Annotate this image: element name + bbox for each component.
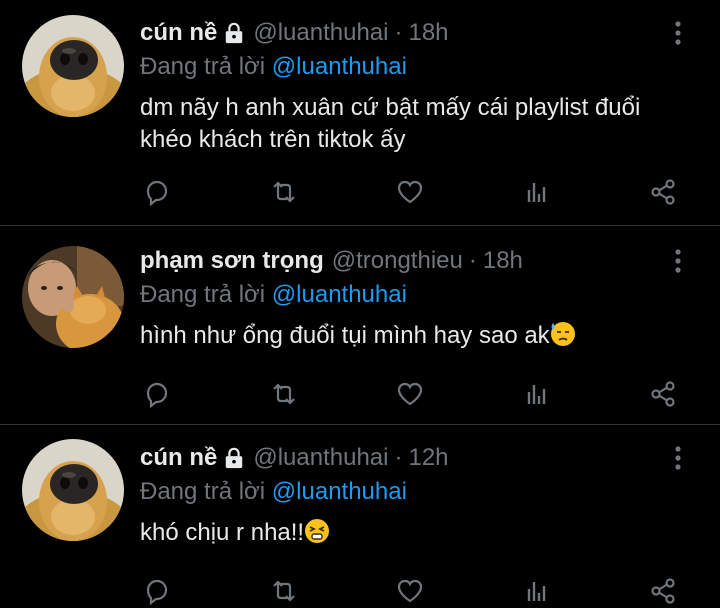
- share-icon: [651, 381, 675, 407]
- like-icon: [397, 579, 423, 603]
- share-button[interactable]: [646, 175, 680, 209]
- reply-mention[interactable]: @luanthuhai: [272, 53, 407, 80]
- display-name[interactable]: cún nề: [140, 444, 217, 472]
- share-button[interactable]: [646, 574, 680, 608]
- tweet[interactable]: phạm sơn trọng @trongthieu · 18h Đang tr…: [0, 226, 720, 424]
- replying-to: Đang trả lời @luanthuhai: [140, 477, 660, 507]
- retweet-icon: [272, 580, 295, 602]
- tweet-header: cún nề @luanthuhai · 12h: [140, 443, 660, 473]
- avatar[interactable]: [22, 15, 124, 117]
- reply-button[interactable]: [140, 175, 174, 209]
- tweet-text: khó chịu r nha!!: [140, 517, 660, 549]
- reply-icon: [146, 180, 168, 207]
- separator-dot: ·: [394, 444, 403, 471]
- tweet-content: cún nề @luanthuhai · 18h Đang trả lời @l…: [140, 18, 660, 156]
- analytics-icon: [527, 183, 545, 202]
- dog-avatar-image: [22, 15, 124, 117]
- timestamp[interactable]: 18h: [408, 19, 448, 47]
- reply-mention[interactable]: @luanthuhai: [272, 281, 407, 308]
- lock-icon: [226, 22, 243, 44]
- tweet-text: hình như ổng đuổi tụi mình hay sao ak: [140, 320, 660, 352]
- like-button[interactable]: [393, 175, 427, 209]
- analytics-icon: [527, 385, 545, 404]
- retweet-button[interactable]: [267, 175, 301, 209]
- timestamp[interactable]: 12h: [408, 444, 448, 472]
- like-icon: [397, 180, 423, 204]
- tweet-actions: [140, 172, 680, 212]
- like-icon: [397, 382, 423, 406]
- display-name[interactable]: cún nề: [140, 19, 217, 47]
- user-handle[interactable]: @luanthuhai: [253, 19, 388, 47]
- retweet-button[interactable]: [267, 574, 301, 608]
- tweet[interactable]: cún nề @luanthuhai · 12h Đang trả lời @l…: [0, 425, 720, 608]
- reply-icon: [146, 382, 168, 409]
- analytics-button[interactable]: [520, 574, 554, 608]
- reply-mention[interactable]: @luanthuhai: [272, 478, 407, 505]
- replying-to: Đang trả lời @luanthuhai: [140, 52, 660, 82]
- analytics-button[interactable]: [520, 377, 554, 411]
- analytics-icon: [527, 582, 545, 601]
- user-handle[interactable]: @trongthieu: [332, 247, 463, 275]
- tweet-content: phạm sơn trọng @trongthieu · 18h Đang tr…: [140, 246, 660, 352]
- reply-prefix: Đang trả lời: [140, 53, 266, 80]
- lock-icon: [226, 447, 243, 469]
- reply-prefix: Đang trả lời: [140, 478, 266, 505]
- tweet-header: phạm sơn trọng @trongthieu · 18h: [140, 246, 660, 276]
- separator-dot: ·: [394, 19, 403, 46]
- tweet-text-body: dm nãy h anh xuân cứ bật mấy cái playlis…: [140, 94, 641, 153]
- display-name[interactable]: phạm sơn trọng: [140, 247, 324, 275]
- replying-to: Đang trả lời @luanthuhai: [140, 280, 660, 310]
- reply-button[interactable]: [140, 377, 174, 411]
- reply-icon: [146, 579, 168, 606]
- share-button[interactable]: [646, 377, 680, 411]
- downcast-face-sweat-emoji: [550, 322, 575, 346]
- tweet-actions: [140, 374, 680, 414]
- retweet-button[interactable]: [267, 377, 301, 411]
- separator-dot: ·: [468, 247, 477, 274]
- like-button[interactable]: [393, 377, 427, 411]
- tweet-content: cún nề @luanthuhai · 12h Đang trả lời @l…: [140, 443, 660, 549]
- more-icon[interactable]: [666, 18, 690, 48]
- avatar[interactable]: [22, 246, 124, 348]
- dog-avatar-image: [22, 439, 124, 541]
- tweet-text-body: khó chịu r nha!!: [140, 519, 305, 546]
- person-with-cat-avatar-image: [22, 246, 124, 348]
- persevering-face-emoji: [305, 519, 330, 543]
- retweet-icon: [272, 181, 295, 203]
- tweet-thread: cún nề @luanthuhai · 18h Đang trả lời @l…: [0, 0, 720, 608]
- share-icon: [651, 578, 675, 604]
- tweet[interactable]: cún nề @luanthuhai · 18h Đang trả lời @l…: [0, 0, 720, 225]
- tweet-text: dm nãy h anh xuân cứ bật mấy cái playlis…: [140, 92, 660, 156]
- timestamp[interactable]: 18h: [483, 247, 523, 275]
- more-icon[interactable]: [666, 443, 690, 473]
- reply-prefix: Đang trả lời: [140, 281, 266, 308]
- retweet-icon: [272, 383, 295, 405]
- more-icon[interactable]: [666, 246, 690, 276]
- tweet-actions: [140, 571, 680, 608]
- tweet-text-body: hình như ổng đuổi tụi mình hay sao ak: [140, 322, 550, 349]
- like-button[interactable]: [393, 574, 427, 608]
- analytics-button[interactable]: [520, 175, 554, 209]
- reply-button[interactable]: [140, 574, 174, 608]
- avatar[interactable]: [22, 439, 124, 541]
- share-icon: [651, 179, 675, 205]
- user-handle[interactable]: @luanthuhai: [253, 444, 388, 472]
- tweet-header: cún nề @luanthuhai · 18h: [140, 18, 660, 48]
